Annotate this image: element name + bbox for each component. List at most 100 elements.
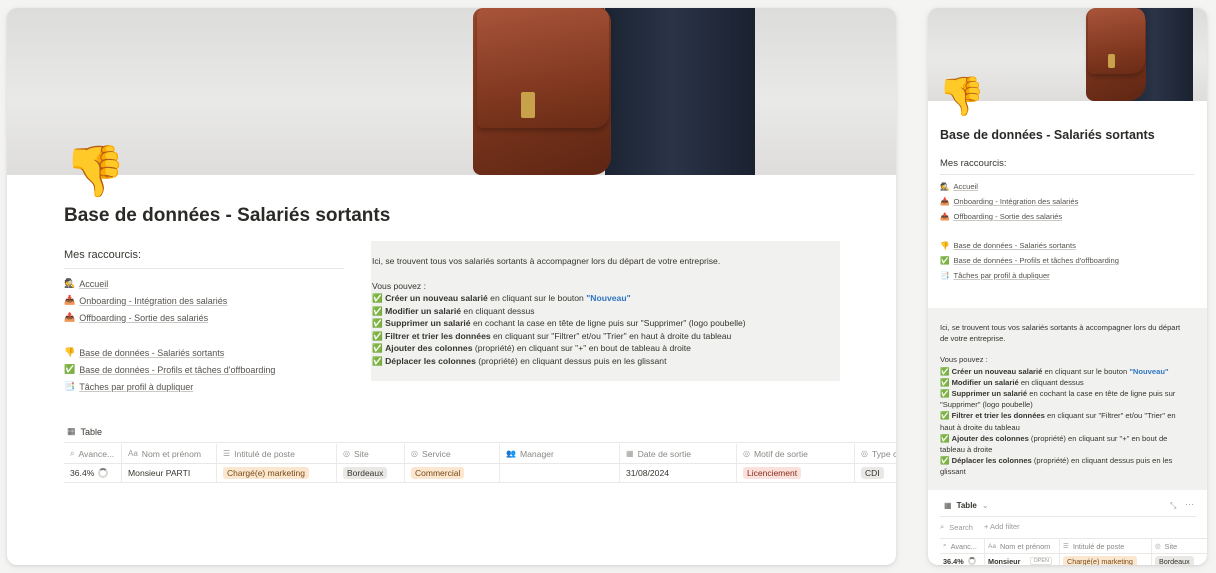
- column-header-3[interactable]: ◎ Site: [336, 444, 404, 463]
- mobile-table-view-icon: ▦: [944, 501, 952, 510]
- shortcut-emoji-icon: 👎: [64, 347, 76, 357]
- shortcut-item-2[interactable]: 📤 Offboarding - Sortie des salariés: [64, 312, 208, 323]
- mobile-column-header-0[interactable]: ⌕ Avanc...: [940, 539, 984, 553]
- shortcut-label[interactable]: Onboarding - Intégration des salariés: [79, 296, 227, 306]
- shortcut-item-1[interactable]: 📥 Onboarding - Intégration des salariés: [64, 295, 227, 306]
- mobile-callout-item-cont: glissant: [940, 467, 966, 477]
- mobile-cell-name[interactable]: Monsieur OPEN: [984, 554, 1059, 565]
- mobile-tab-divider: [940, 516, 1196, 517]
- mobile-shortcuts-heading: Mes raccourcis:: [940, 158, 1007, 169]
- callout-item-text: en cliquant sur "Filtrer" et/ou "Trier" …: [490, 330, 732, 341]
- mobile-callout-item-3: ✅ Filtrer et trier les données en cliqua…: [940, 410, 1207, 421]
- shortcut-item-3[interactable]: 👎 Base de données - Salariés sortants: [64, 347, 224, 358]
- callout-item-text: en cliquant sur le bouton: [487, 293, 587, 303]
- mobile-callout-item-text: en cliquant sur le bouton: [1042, 366, 1130, 376]
- callout-item-text: (propriété) en cliquant sur "+" en bout …: [472, 343, 691, 353]
- mobile-cell-poste[interactable]: Chargé(e) marketing: [1059, 554, 1151, 565]
- mobile-callout-intro-1: Ici, se trouvent tous vos salariés sorta…: [940, 323, 1181, 332]
- shortcut-emoji-icon: 📑: [64, 381, 76, 391]
- mobile-shortcut-item-0[interactable]: 🕵️ Accueil: [940, 182, 978, 191]
- mobile-shortcut-label[interactable]: Base de données - Profils et tâches d'of…: [953, 256, 1119, 265]
- text-icon: Aa: [988, 542, 996, 550]
- mobile-shortcut-label[interactable]: Onboarding - Intégration des salariés: [953, 197, 1078, 206]
- mobile-column-header-1[interactable]: Aa Nom et prénom: [984, 539, 1059, 553]
- select-icon: ◎: [743, 449, 750, 458]
- cell-poste[interactable]: Chargé(e) marketing: [216, 464, 336, 482]
- cell-service[interactable]: Commercial: [404, 464, 499, 482]
- chevron-down-icon[interactable]: ⌄: [982, 501, 989, 510]
- mobile-callout-item-1: ✅ Modifier un salarié en cliquant dessus: [940, 377, 1207, 388]
- tab-table-view[interactable]: ▦ Table: [67, 426, 102, 437]
- mobile-page-icon[interactable]: 👎: [938, 78, 985, 116]
- mobile-shortcut-item-4[interactable]: ✅ Base de données - Profils et tâches d'o…: [940, 256, 1119, 265]
- text-icon: Aa: [128, 449, 138, 458]
- mobile-shortcut-item-2[interactable]: 📤 Offboarding - Sortie des salariés: [940, 212, 1062, 221]
- table-view-icon: ▦: [67, 426, 76, 436]
- add-filter-button[interactable]: + Add filter: [984, 522, 1020, 531]
- search-button[interactable]: ⌕ Search: [940, 522, 973, 532]
- name-value: Monsieur PARTI: [128, 468, 191, 478]
- shortcut-label[interactable]: Offboarding - Sortie des salariés: [79, 313, 208, 323]
- mobile-shortcut-item-1[interactable]: 📥 Onboarding - Intégration des salariés: [940, 197, 1078, 206]
- page-icon[interactable]: 👎: [64, 146, 126, 196]
- table-row[interactable]: 36.4% Monsieur PARTI Chargé(e) marketing Bo…: [64, 464, 896, 482]
- poste-value: Chargé(e) marketing: [223, 467, 309, 479]
- column-header-2[interactable]: ☰ Intitulé de poste: [216, 444, 336, 463]
- shortcut-item-0[interactable]: 🕵️ Accueil: [64, 278, 108, 289]
- mobile-callout-item-bold: Modifier un salarié: [951, 377, 1019, 387]
- column-header-0[interactable]: ⌕ Avance...: [64, 444, 121, 463]
- mobile-callout-vous-pouvez: Vous pouvez :: [940, 355, 988, 365]
- list-icon: ☰: [1063, 543, 1069, 550]
- column-header-8[interactable]: ◎ Type c: [854, 444, 896, 463]
- search-icon: ⌕: [943, 542, 947, 549]
- mobile-table-row[interactable]: 36.4% Monsieur OPEN Chargé(e) marketing Bord…: [940, 554, 1207, 565]
- callout-item-bold: Ajouter des colonnes: [385, 343, 473, 353]
- mobile-shortcut-item-5[interactable]: 📑 Tâches par profil à dupliquer: [940, 271, 1050, 280]
- column-header-6[interactable]: ▦ Date de sortie: [619, 444, 736, 463]
- column-header-5[interactable]: 👥 Manager: [499, 444, 619, 463]
- page-title[interactable]: Base de données - Salariés sortants: [64, 205, 390, 227]
- column-header-1[interactable]: Aa Nom et prénom: [121, 444, 216, 463]
- mobile-shortcut-label[interactable]: Base de données - Salariés sortants: [953, 241, 1075, 250]
- cell-date[interactable]: 31/08/2024: [619, 464, 736, 482]
- shortcut-label[interactable]: Tâches par profil à dupliquer: [79, 382, 193, 392]
- expand-icon[interactable]: ⤡: [1170, 501, 1176, 511]
- check-icon: ✅: [940, 366, 950, 376]
- shortcut-label[interactable]: Base de données - Salariés sortants: [79, 348, 224, 358]
- mobile-shortcut-label[interactable]: Accueil: [953, 182, 977, 191]
- mobile-callout-item-text: (propriété) en cliquant dessus puis en l…: [1031, 456, 1173, 466]
- cell-site[interactable]: Bordeaux: [336, 464, 404, 482]
- mobile-column-header-2[interactable]: ☰ Intitulé de poste: [1059, 539, 1151, 553]
- data-table: ⌕ Avance... Aa Nom et prénom ☰ Intitulé de po…: [64, 444, 896, 484]
- cell-type[interactable]: CDI: [854, 464, 896, 482]
- mobile-shortcut-emoji-icon: 📥: [940, 197, 950, 206]
- mobile-column-header-3[interactable]: ◎ Site: [1151, 539, 1207, 553]
- callout-item-2: ✅ Supprimer un salarié en cochant la cas…: [372, 317, 840, 330]
- shortcut-item-5[interactable]: 📑 Tâches par profil à dupliquer: [64, 381, 193, 392]
- cell-manager[interactable]: [499, 464, 619, 482]
- mobile-page-title[interactable]: Base de données - Salariés sortants: [940, 128, 1155, 142]
- cell-name[interactable]: Monsieur PARTI: [121, 464, 216, 482]
- shortcut-item-4[interactable]: ✅ Base de données - Profils et tâches d'o…: [64, 364, 275, 375]
- column-header-4[interactable]: ◎ Service: [404, 444, 499, 463]
- mobile-shortcut-label[interactable]: Offboarding - Sortie des salariés: [953, 212, 1062, 221]
- mobile-shortcut-item-3[interactable]: 👎 Base de données - Salariés sortants: [940, 241, 1076, 250]
- mobile-cell-site[interactable]: Bordeaux: [1151, 554, 1207, 565]
- callout-item-3: ✅ Filtrer et trier les données en cliqua…: [372, 330, 840, 343]
- callout-item-1: ✅ Modifier un salarié en cliquant dessus: [372, 305, 840, 318]
- more-options-icon[interactable]: ···: [1185, 499, 1194, 509]
- mobile-cell-progress[interactable]: 36.4%: [940, 554, 984, 565]
- column-header-7[interactable]: ◎ Motif de sortie: [736, 444, 854, 463]
- instructions-callout: Ici, se trouvent tous vos salariés sorta…: [371, 241, 840, 381]
- mobile-callout-item-bold: Filtrer et trier les données: [951, 411, 1045, 421]
- mobile-tab-table-view[interactable]: ▦ Table ⌄: [944, 501, 989, 510]
- cell-motif[interactable]: Licenciement: [736, 464, 854, 482]
- mobile-shortcut-label[interactable]: Tâches par profil à dupliquer: [953, 271, 1049, 280]
- shortcut-label[interactable]: Base de données - Profils et tâches d'of…: [79, 365, 275, 375]
- shortcut-label[interactable]: Accueil: [79, 279, 108, 289]
- open-button[interactable]: OPEN: [1030, 557, 1053, 565]
- mobile-progress-value: 36.4%: [943, 556, 964, 566]
- cell-progress[interactable]: 36.4%: [64, 464, 121, 482]
- callout-item-bold: Déplacer les colonnes: [385, 355, 476, 366]
- mobile-callout-item-text: (propriété) en cliquant sur "+" en bout …: [1028, 433, 1168, 443]
